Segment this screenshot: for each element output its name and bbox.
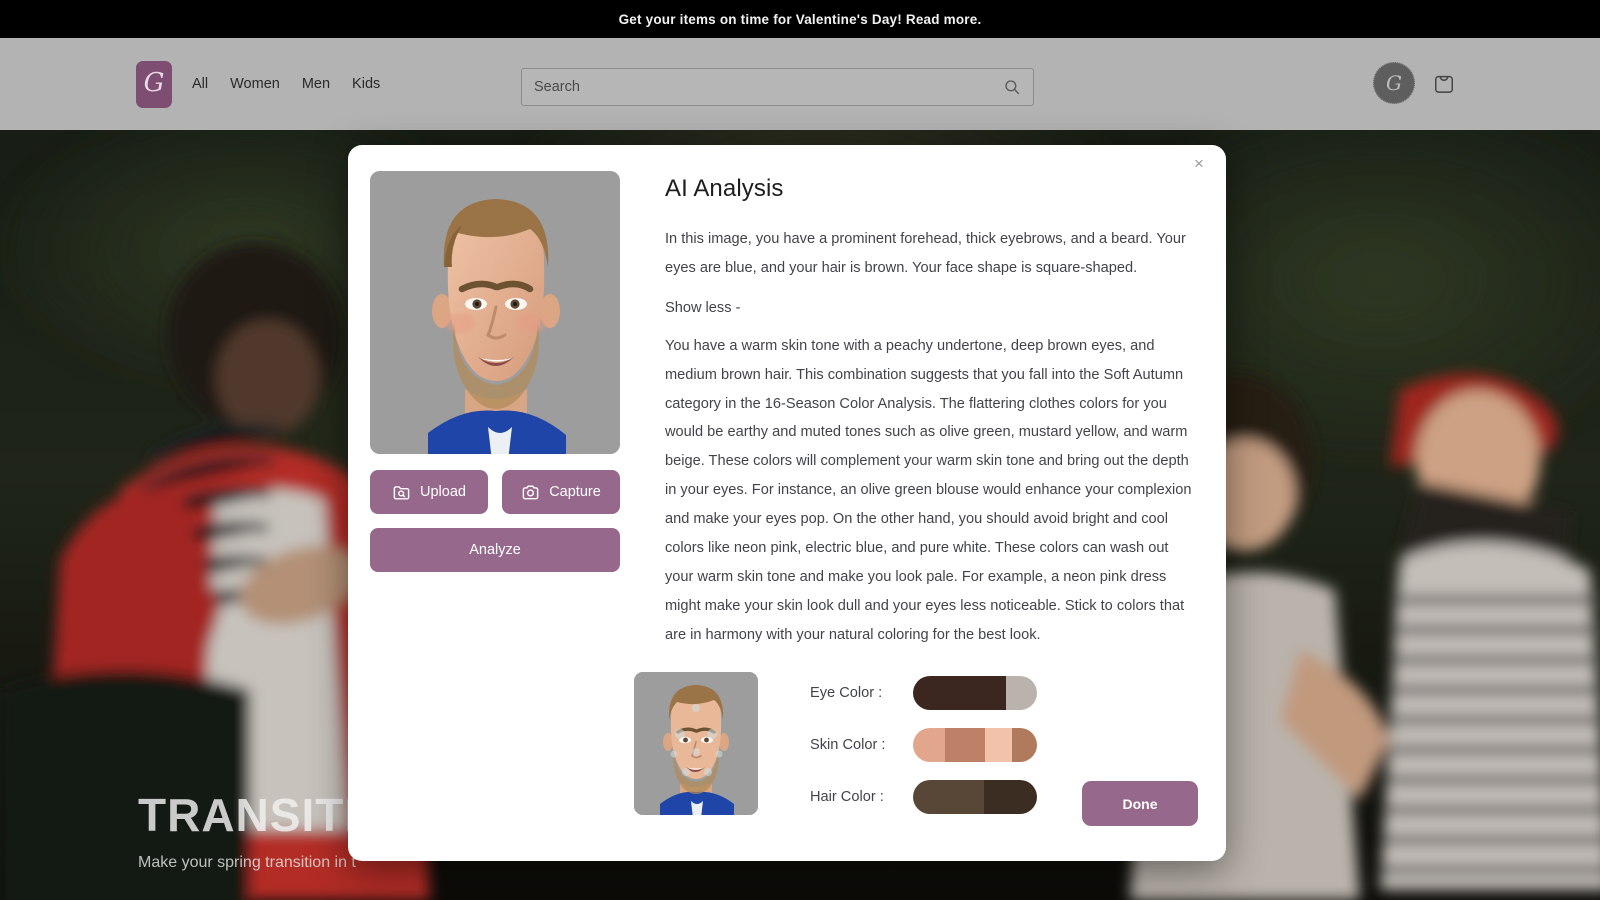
- swatch-segment: [913, 727, 946, 762]
- brand-block: G All Women Men Kids: [136, 60, 380, 108]
- upload-button[interactable]: Upload: [370, 470, 488, 514]
- logo-letter-icon: G: [143, 68, 165, 98]
- site-header: G All Women Men Kids G: [0, 38, 1600, 130]
- thumbnail-illustration: [634, 672, 758, 815]
- modal-left-column: Upload Capture Analyze: [370, 171, 622, 861]
- eye-color-swatch-bar: [913, 675, 1037, 710]
- uploaded-portrait-image[interactable]: [370, 171, 620, 454]
- swatch-row-hair-color: Hair Color :: [810, 776, 1037, 817]
- header-actions: G: [1373, 62, 1455, 104]
- swatch-segment: [984, 727, 1013, 762]
- avatar[interactable]: G: [1373, 62, 1415, 104]
- analyze-button[interactable]: Analyze: [370, 528, 620, 572]
- page-root: Get your items on time for Valentine's D…: [0, 0, 1600, 900]
- analyzed-face-thumbnail[interactable]: [634, 672, 758, 815]
- announcement-bar: Get your items on time for Valentine's D…: [0, 0, 1600, 38]
- swatch-segment: [983, 779, 1037, 814]
- camera-icon: [522, 485, 539, 499]
- swatch-segment: [1006, 675, 1037, 710]
- upload-button-label: Upload: [420, 484, 466, 500]
- swatch-row-eye-color: Eye Color :: [810, 672, 1037, 713]
- portrait-illustration: [370, 171, 620, 454]
- swatch-segment: [945, 727, 985, 762]
- capture-button-label: Capture: [549, 484, 601, 500]
- nav-item-all[interactable]: All: [192, 76, 208, 92]
- search-bar[interactable]: [521, 68, 1034, 106]
- skin-color-label: Skin Color :: [810, 736, 886, 753]
- announcement-text[interactable]: Get your items on time for Valentine's D…: [619, 12, 982, 27]
- analyze-button-label: Analyze: [469, 542, 521, 558]
- color-results-section: Eye Color : Skin Color : Hair Color:: [634, 672, 1037, 828]
- done-button[interactable]: Done: [1082, 781, 1198, 826]
- main-nav: All Women Men Kids: [192, 76, 380, 92]
- close-icon[interactable]: ×: [1186, 151, 1212, 177]
- color-swatch-list: Eye Color : Skin Color : Hair Color:: [810, 672, 1037, 828]
- analysis-paragraph-1: In this image, you have a prominent fore…: [665, 231, 1186, 276]
- nav-item-men[interactable]: Men: [302, 76, 330, 92]
- swatch-segment: [913, 675, 1006, 710]
- ai-analysis-modal: × Upload Capture Analyze AI Analysis In …: [348, 145, 1226, 861]
- nav-item-women[interactable]: Women: [230, 76, 280, 92]
- page-title: AI Analysis: [665, 175, 784, 202]
- nav-item-kids[interactable]: Kids: [352, 76, 380, 92]
- image-source-buttons: Upload Capture: [370, 470, 622, 514]
- search-icon[interactable]: [1003, 78, 1021, 96]
- skin-color-swatch-bar: [913, 727, 1037, 762]
- analysis-paragraph-2: You have a warm skin tone with a peachy …: [665, 337, 1192, 643]
- search-input[interactable]: [534, 79, 1003, 95]
- capture-button[interactable]: Capture: [502, 470, 620, 514]
- folder-search-icon: [393, 485, 410, 500]
- swatch-segment: [913, 779, 984, 814]
- avatar-letter-icon: G: [1386, 71, 1402, 95]
- swatch-row-skin-color: Skin Color :: [810, 724, 1037, 765]
- shopping-bag-icon[interactable]: [1433, 71, 1455, 95]
- hair-color-label: Hair Color :: [810, 788, 884, 805]
- hair-color-swatch-bar: [913, 779, 1037, 814]
- show-less-toggle[interactable]: Show less -: [665, 300, 740, 316]
- swatch-segment: [1012, 727, 1037, 762]
- brand-logo[interactable]: G: [136, 60, 172, 108]
- eye-color-label: Eye Color :: [810, 684, 883, 701]
